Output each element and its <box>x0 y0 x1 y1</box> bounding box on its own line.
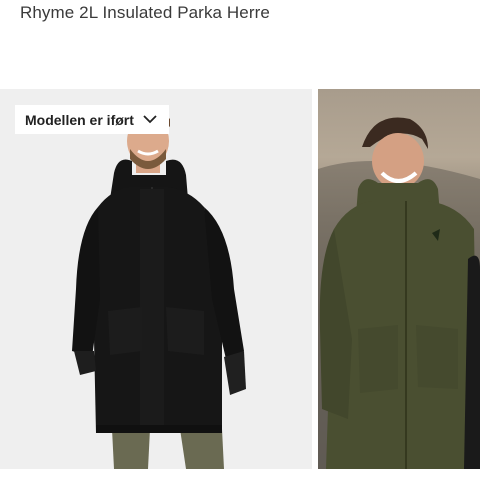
chevron-down-icon <box>143 115 157 124</box>
model-dropdown-button[interactable]: Modellen er iført <box>15 105 169 134</box>
product-title: Rhyme 2L Insulated Parka Herre <box>20 3 270 22</box>
model-black-parka-image <box>72 109 246 469</box>
gallery-image-second[interactable] <box>318 89 480 469</box>
gallery-image-main[interactable]: Modellen er iført <box>0 89 312 469</box>
product-gallery[interactable]: Modellen er iført <box>0 89 480 469</box>
model-olive-parka-image <box>318 117 480 469</box>
model-dropdown-label: Modellen er iført <box>25 111 134 128</box>
